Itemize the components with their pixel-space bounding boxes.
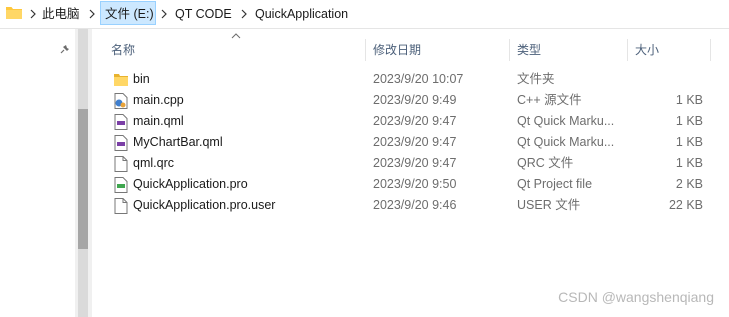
file-row-main-cpp[interactable]: main.cpp 2023/9/20 9:49 C++ 源文件 1 KB	[92, 90, 729, 111]
file-date: 2023/9/20 9:47	[373, 114, 457, 128]
chevron-right-icon[interactable]	[28, 8, 38, 20]
file-row-mychartbar-qml[interactable]: MyChartBar.qml 2023/9/20 9:47 Qt Quick M…	[92, 132, 729, 153]
file-row-quickapplication-pro-user[interactable]: QuickApplication.pro.user 2023/9/20 9:46…	[92, 195, 729, 216]
file-type: Qt Quick Marku...	[517, 114, 615, 128]
file-name: MyChartBar.qml	[133, 135, 223, 149]
column-divider[interactable]	[509, 39, 510, 61]
scrollbar-thumb[interactable]	[78, 109, 88, 249]
cpp-file-icon	[114, 93, 128, 109]
folder-icon	[114, 74, 128, 86]
column-type[interactable]: 类型	[517, 41, 541, 59]
file-size: 1 KB	[675, 135, 703, 149]
breadcrumb-this-pc[interactable]: 此电脑	[42, 2, 80, 26]
file-type: USER 文件	[517, 198, 581, 212]
chevron-right-icon[interactable]	[159, 8, 169, 20]
file-type: Qt Project file	[517, 177, 593, 191]
file-row-main-qml[interactable]: main.qml 2023/9/20 9:47 Qt Quick Marku..…	[92, 111, 729, 132]
address-bar[interactable]: 此电脑 文件 (E:) QT CODE QuickApplication	[0, 0, 729, 29]
file-type: Qt Quick Marku...	[517, 135, 615, 149]
file-size: 1 KB	[675, 93, 703, 107]
column-divider[interactable]	[627, 39, 628, 61]
file-date: 2023/9/20 9:47	[373, 156, 457, 170]
file-name: bin	[133, 72, 150, 86]
file-row-quickapplication-pro[interactable]: QuickApplication.pro 2023/9/20 9:50 Qt P…	[92, 174, 729, 195]
file-row-bin[interactable]: bin 2023/9/20 10:07 文件夹	[92, 69, 729, 90]
column-header: 名称 修改日期 类型 大小	[92, 29, 729, 71]
column-divider[interactable]	[365, 39, 366, 61]
breadcrumb-qt-code[interactable]: QT CODE	[175, 2, 232, 26]
file-date: 2023/9/20 10:07	[373, 72, 464, 86]
file-type: C++ 源文件	[517, 93, 582, 107]
file-name: main.qml	[133, 114, 184, 128]
qml-file-icon	[114, 135, 128, 151]
navigation-scrollbar[interactable]	[75, 29, 91, 317]
file-size: 2 KB	[675, 177, 703, 191]
column-date-modified[interactable]: 修改日期	[373, 41, 421, 59]
file-size: 22 KB	[668, 198, 703, 212]
chevron-right-icon[interactable]	[87, 8, 97, 20]
sort-ascending-icon	[231, 33, 241, 39]
generic-file-icon	[114, 198, 128, 214]
chevron-right-icon[interactable]	[239, 8, 249, 20]
breadcrumb-quickapplication[interactable]: QuickApplication	[255, 2, 348, 26]
pro-file-icon	[114, 177, 128, 193]
breadcrumb-drive-e[interactable]: 文件 (E:)	[100, 1, 156, 25]
file-type: QRC 文件	[517, 156, 574, 170]
file-size: 1 KB	[675, 156, 703, 170]
file-date: 2023/9/20 9:46	[373, 198, 457, 212]
file-type: 文件夹	[517, 72, 555, 86]
watermark: CSDN @wangshenqiang	[558, 289, 714, 305]
file-date: 2023/9/20 9:49	[373, 93, 457, 107]
file-name: qml.qrc	[133, 156, 174, 170]
file-name: QuickApplication.pro	[133, 177, 248, 191]
column-size[interactable]: 大小	[635, 41, 659, 59]
column-divider[interactable]	[710, 39, 711, 61]
file-date: 2023/9/20 9:47	[373, 135, 457, 149]
file-name: QuickApplication.pro.user	[133, 198, 276, 212]
file-name: main.cpp	[133, 93, 184, 107]
qml-file-icon	[114, 114, 128, 130]
file-size: 1 KB	[675, 114, 703, 128]
pin-icon[interactable]	[59, 43, 71, 55]
column-name[interactable]: 名称	[111, 41, 135, 59]
file-date: 2023/9/20 9:50	[373, 177, 457, 191]
generic-file-icon	[114, 156, 128, 172]
folder-icon	[6, 7, 22, 19]
file-row-qml-qrc[interactable]: qml.qrc 2023/9/20 9:47 QRC 文件 1 KB	[92, 153, 729, 174]
